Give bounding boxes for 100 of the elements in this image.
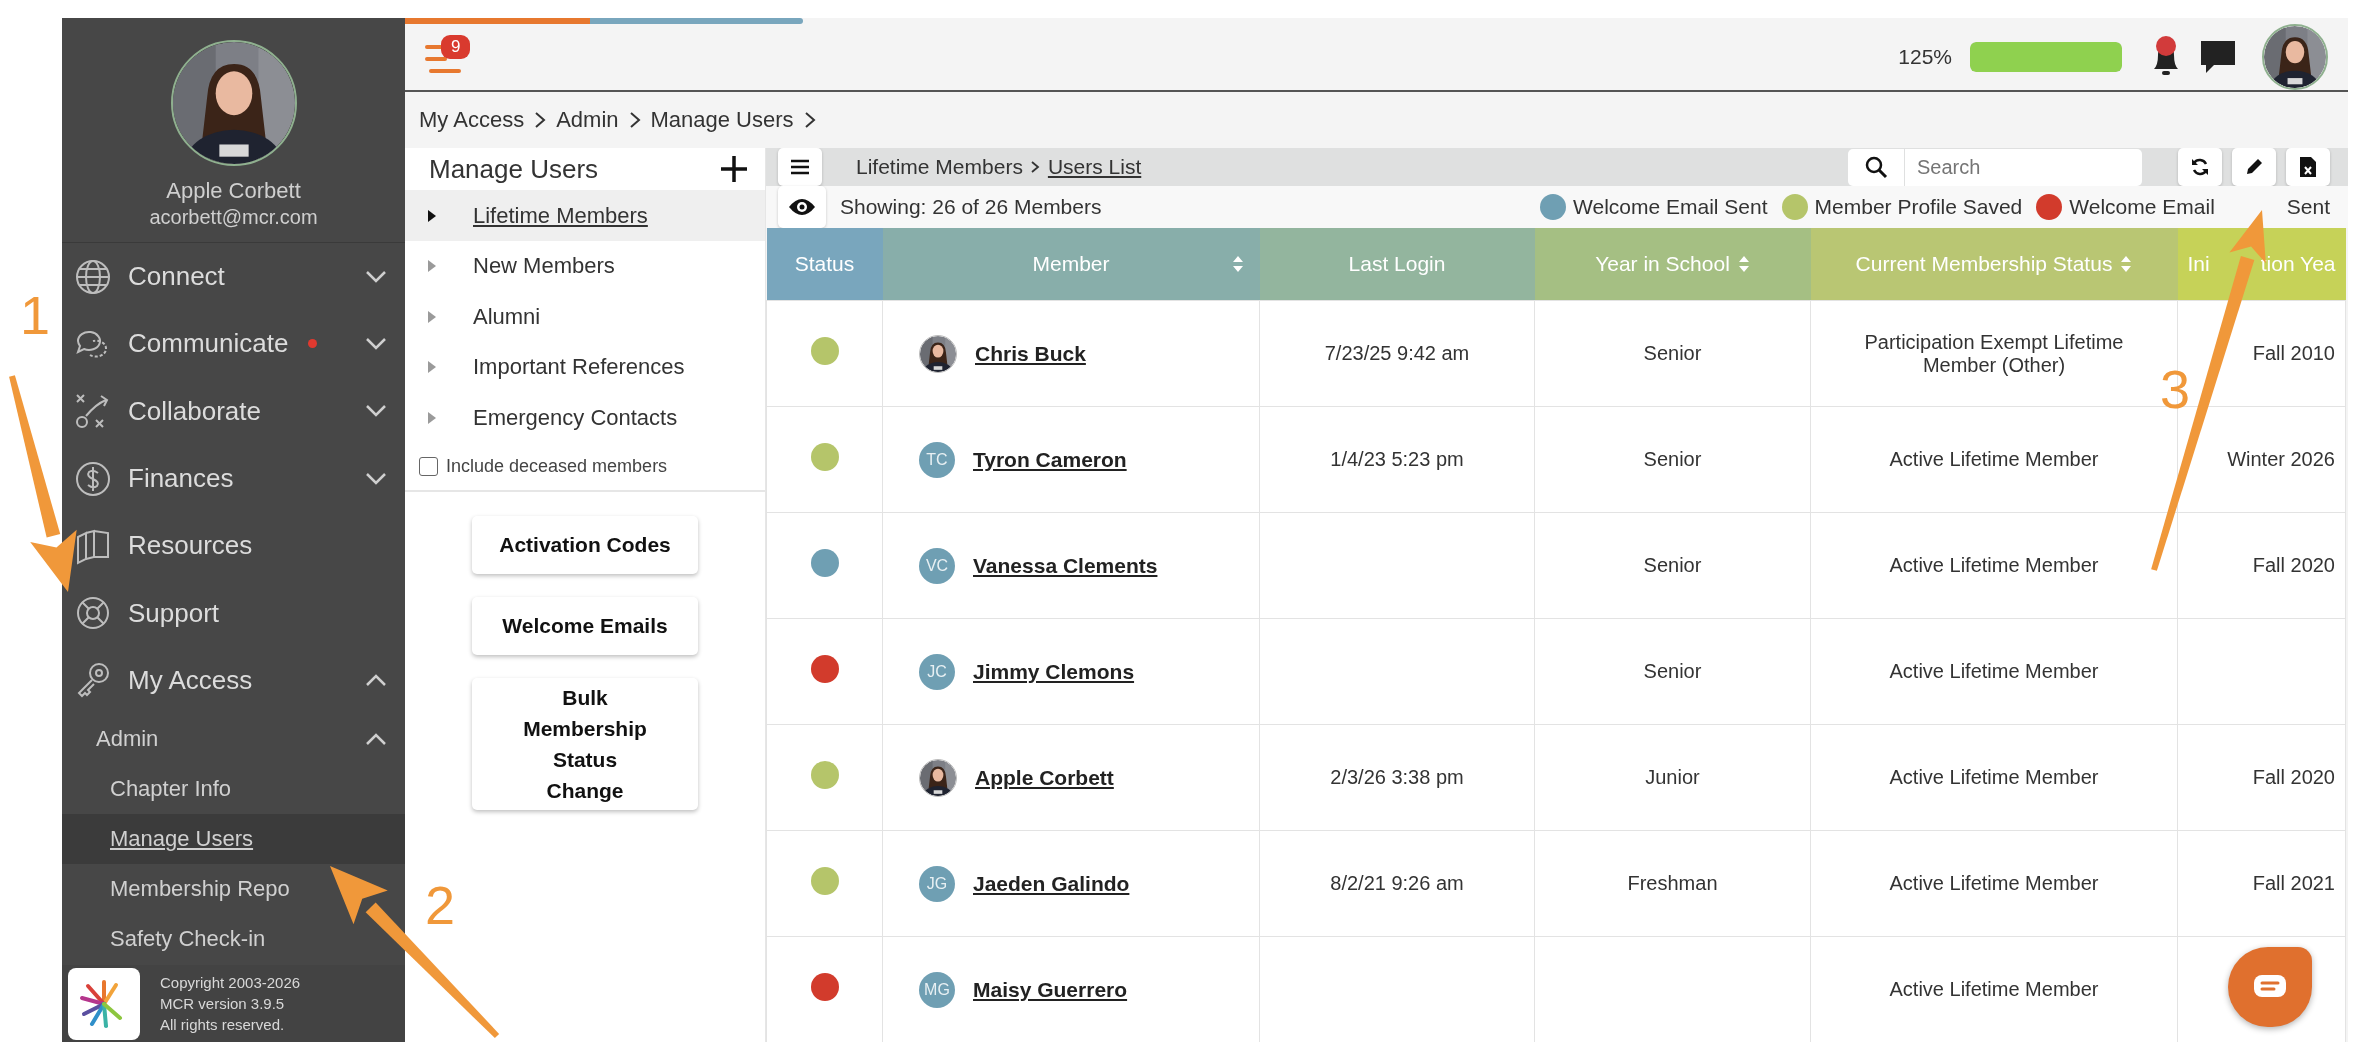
table-cell: Freshman bbox=[1627, 872, 1718, 894]
globe-icon bbox=[74, 257, 112, 296]
table-cell: Active Lifetime Member bbox=[1889, 766, 2099, 788]
caret-right-icon bbox=[427, 259, 437, 274]
panel-title: Manage Users bbox=[429, 153, 599, 185]
pencil-icon bbox=[2244, 157, 2264, 177]
chevron-right-icon bbox=[628, 111, 641, 129]
table-cell: Fall 2021 bbox=[2252, 872, 2335, 894]
legend-label: Welcome Email Sent bbox=[1573, 195, 1768, 219]
menu-button[interactable] bbox=[778, 148, 822, 186]
member-link[interactable]: Jaeden Galindo bbox=[973, 871, 1130, 896]
initials-avatar: JC bbox=[919, 653, 955, 690]
nav-subheading[interactable]: Admin bbox=[96, 726, 159, 753]
chevron-right-icon bbox=[803, 111, 816, 129]
member-link[interactable]: Maisy Guerrero bbox=[973, 977, 1128, 1002]
step-number: 3 bbox=[2160, 362, 2191, 416]
breadcrumb-text: Lifetime Members bbox=[856, 155, 1023, 179]
table-cell: Fall 2020 bbox=[2252, 554, 2335, 576]
table-cell: Active Lifetime Member bbox=[1889, 978, 2099, 1000]
copyright-text: All rights reserved. bbox=[160, 1015, 286, 1035]
nav-link[interactable]: Safety Check-in bbox=[110, 926, 266, 953]
nav-item[interactable]: Support bbox=[128, 597, 220, 629]
action-button[interactable]: Activation Codes bbox=[472, 516, 698, 575]
action-button[interactable]: Bulk Membership Status Change bbox=[472, 678, 698, 811]
breadcrumb-link[interactable]: My Access bbox=[419, 107, 525, 133]
table-cell: Fall 2010 bbox=[2252, 342, 2335, 364]
nav-link[interactable]: Membership Repo bbox=[110, 876, 290, 903]
table-cell: Active Lifetime Member bbox=[1889, 660, 2099, 682]
add-icon[interactable] bbox=[719, 154, 749, 185]
chevron-up-icon[interactable] bbox=[365, 732, 387, 747]
table-cell: Active Lifetime Member bbox=[1889, 872, 2099, 894]
refresh-icon bbox=[2190, 157, 2210, 177]
table-cell: 7/23/25 9:42 am bbox=[1324, 342, 1470, 364]
nav-link[interactable]: Chapter Info bbox=[110, 776, 232, 803]
member-group-item[interactable]: New Members bbox=[405, 240, 765, 292]
usage-percent: 125% bbox=[1898, 45, 1952, 69]
member-group-item[interactable]: Emergency Contacts bbox=[405, 392, 765, 444]
nav-item[interactable]: Finances bbox=[128, 463, 234, 495]
legend-label: Member Profile Saved bbox=[1814, 195, 2023, 219]
member-group-item[interactable]: Alumni bbox=[405, 291, 765, 343]
nav-item[interactable]: My Access bbox=[128, 664, 253, 696]
nav-item[interactable]: Resources bbox=[128, 530, 253, 562]
dollar-coin-icon bbox=[74, 459, 112, 498]
member-link[interactable]: Vanessa Clements bbox=[973, 553, 1158, 578]
table-cell: Senior bbox=[1643, 660, 1702, 682]
member-group-item[interactable]: Important References bbox=[405, 342, 765, 393]
table-cell: 8/2/21 9:26 am bbox=[1330, 872, 1464, 894]
initials-avatar: MG bbox=[919, 971, 955, 1008]
breadcrumb-link[interactable]: Manage Users bbox=[650, 107, 794, 133]
caret-right-icon bbox=[427, 360, 437, 375]
search-field[interactable]: Search bbox=[1905, 148, 2142, 186]
refresh-button[interactable] bbox=[2178, 148, 2222, 186]
table-cell: 1/4/23 5:23 pm bbox=[1330, 448, 1464, 470]
notifications-menu-button[interactable]: 9 bbox=[423, 37, 479, 77]
checkbox[interactable] bbox=[419, 457, 438, 477]
checkbox-label: Include deceased members bbox=[446, 456, 668, 478]
caret-right-icon bbox=[427, 309, 437, 324]
spreadsheet-file-icon bbox=[2299, 156, 2317, 178]
legend-label: Sent bbox=[2286, 195, 2330, 219]
eye-icon bbox=[788, 197, 816, 217]
legend-label: Welcome Email bbox=[2069, 195, 2215, 219]
nav-item[interactable]: Connect bbox=[128, 261, 225, 293]
table-cell: Senior bbox=[1643, 342, 1702, 364]
step-number: 1 bbox=[20, 288, 51, 342]
column-header: Status bbox=[766, 228, 883, 301]
action-button[interactable]: Welcome Emails bbox=[472, 597, 698, 656]
chevron-down-icon[interactable] bbox=[365, 269, 387, 284]
export-button[interactable] bbox=[2286, 148, 2330, 186]
chevron-up-icon[interactable] bbox=[365, 673, 387, 688]
member-group-item[interactable]: Lifetime Members bbox=[405, 190, 765, 241]
menu-icon bbox=[790, 159, 810, 175]
user-email: acorbett@mcr.com bbox=[149, 206, 318, 229]
member-link[interactable]: Chris Buck bbox=[975, 341, 1086, 366]
caret-right-icon bbox=[427, 410, 437, 425]
initials-avatar: JG bbox=[919, 865, 955, 902]
search-icon bbox=[1864, 155, 1888, 179]
caret-right-icon bbox=[427, 208, 437, 223]
step-number: 2 bbox=[425, 878, 456, 932]
visibility-button[interactable] bbox=[778, 186, 826, 228]
table-cell: Junior bbox=[1645, 766, 1700, 788]
member-link[interactable]: Tyron Cameron bbox=[973, 447, 1127, 472]
chevron-right-icon bbox=[1030, 160, 1040, 174]
breadcrumb-link[interactable]: Admin bbox=[556, 107, 619, 133]
table-cell: Fall 2020 bbox=[2252, 766, 2335, 788]
initials-avatar: VC bbox=[919, 547, 955, 584]
chevron-down-icon[interactable] bbox=[365, 471, 387, 486]
member-link[interactable]: Jimmy Clemons bbox=[973, 659, 1135, 684]
table-cell: Senior bbox=[1643, 448, 1702, 470]
copyright-text: MCR version 3.9.5 bbox=[160, 994, 286, 1014]
edit-button[interactable] bbox=[2232, 148, 2276, 186]
chevron-down-icon[interactable] bbox=[365, 404, 387, 419]
member-link[interactable]: Apple Corbett bbox=[975, 765, 1114, 790]
nav-item[interactable]: Collaborate bbox=[128, 395, 261, 427]
chevron-down-icon[interactable] bbox=[365, 336, 387, 351]
table-cell: Senior bbox=[1643, 554, 1702, 576]
member-count: Showing: 26 of 26 Members bbox=[840, 195, 1102, 219]
user-name: Apple Corbett bbox=[166, 178, 301, 204]
nav-item[interactable]: Communicate bbox=[128, 328, 289, 360]
breadcrumb-link[interactable]: Users List bbox=[1047, 155, 1142, 179]
copyright-text: Copyright 2003-2026 bbox=[160, 973, 301, 993]
